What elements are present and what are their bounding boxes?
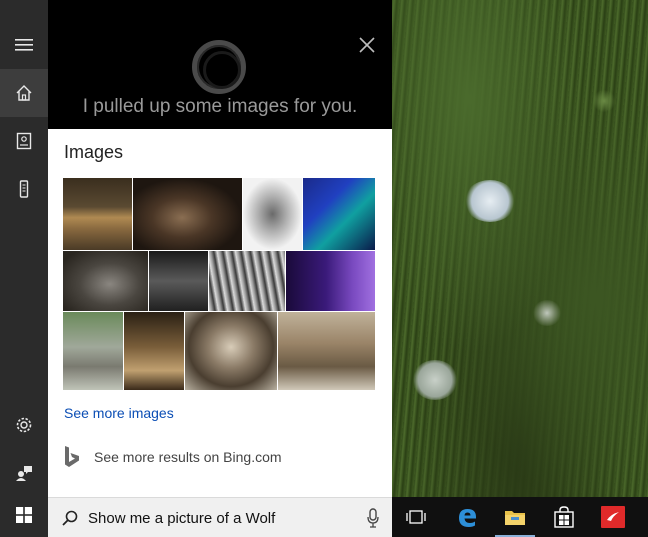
pinned-app-button[interactable] <box>589 497 637 537</box>
microphone-icon[interactable] <box>366 508 380 528</box>
search-icon <box>62 510 78 526</box>
image-result[interactable] <box>133 178 242 250</box>
notebook-button[interactable] <box>0 117 48 165</box>
home-icon <box>16 85 32 101</box>
see-more-images-link[interactable]: See more images <box>64 405 174 421</box>
store-icon <box>554 506 574 528</box>
cortana-rail <box>0 0 48 537</box>
notebook-icon <box>16 132 32 150</box>
start-button[interactable] <box>0 493 48 537</box>
feedback-icon <box>16 466 32 481</box>
image-result[interactable] <box>286 251 375 311</box>
desktop-wallpaper <box>392 0 648 497</box>
close-icon <box>359 37 375 53</box>
cortana-message: I pulled up some images for you. <box>82 96 358 117</box>
edge-button[interactable] <box>443 497 491 537</box>
image-result[interactable] <box>63 178 132 250</box>
image-result[interactable] <box>149 251 208 311</box>
file-explorer-icon <box>505 511 525 525</box>
image-result[interactable] <box>303 178 375 250</box>
image-result[interactable] <box>63 251 148 311</box>
start-icon <box>16 507 32 523</box>
app-icon <box>601 506 625 528</box>
cortana-panel: I pulled up some images for you. Images … <box>48 0 392 497</box>
search-box[interactable] <box>48 497 392 537</box>
file-explorer-button[interactable] <box>491 497 539 537</box>
settings-button[interactable] <box>0 401 48 449</box>
image-result[interactable] <box>124 312 184 390</box>
taskbar <box>392 497 648 537</box>
image-result[interactable] <box>278 312 375 390</box>
settings-icon <box>16 417 32 433</box>
menu-icon <box>15 39 33 51</box>
feedback-button[interactable] <box>0 449 48 497</box>
device-icon <box>19 180 29 198</box>
image-result[interactable] <box>209 251 285 311</box>
cortana-ring-icon <box>192 40 246 94</box>
images-heading: Images <box>64 142 124 162</box>
image-result[interactable] <box>63 312 123 390</box>
close-button[interactable] <box>354 32 380 58</box>
image-result[interactable] <box>243 178 302 250</box>
menu-button[interactable] <box>0 21 48 69</box>
devices-button[interactable] <box>0 165 48 213</box>
task-view-button[interactable] <box>392 497 440 537</box>
bing-results-label: See more results on Bing.com <box>94 449 282 465</box>
home-button[interactable] <box>0 69 48 117</box>
task-view-icon <box>406 510 426 524</box>
search-input[interactable] <box>88 506 348 530</box>
image-result[interactable] <box>185 312 277 390</box>
bing-icon <box>65 446 79 467</box>
edge-icon <box>459 509 476 527</box>
cortana-header: I pulled up some images for you. <box>48 0 392 129</box>
store-button[interactable] <box>540 497 588 537</box>
bing-results-link[interactable]: See more results on Bing.com <box>64 444 282 470</box>
